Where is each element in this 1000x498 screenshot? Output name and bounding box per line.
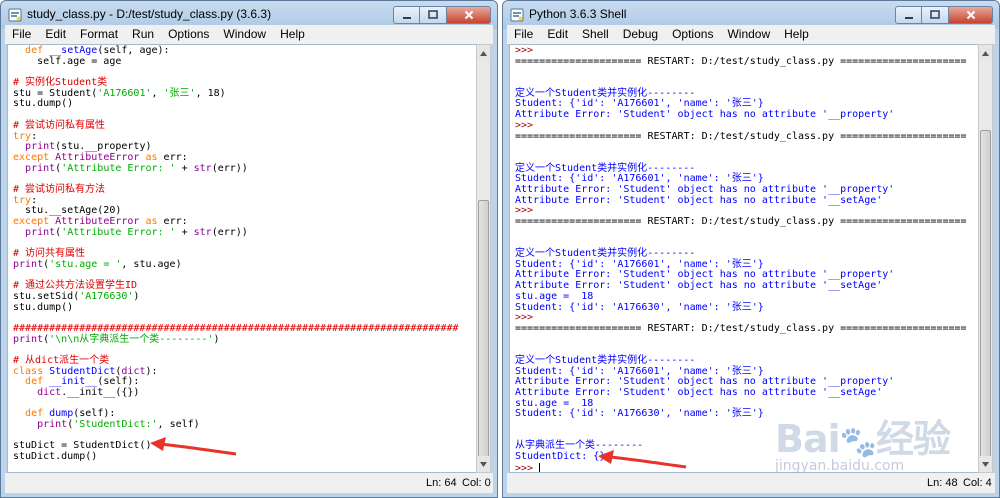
maximize-icon <box>930 10 940 19</box>
editor-menu-run[interactable]: Run <box>125 25 161 44</box>
editor-menu-edit[interactable]: Edit <box>38 25 73 44</box>
shell-line-number: Ln: 48 <box>927 477 958 489</box>
shell-window-controls <box>895 6 993 24</box>
editor-menu-window[interactable]: Window <box>216 25 273 44</box>
maximize-icon <box>428 10 438 19</box>
editor-code-line: dict.__init__({}) <box>37 387 140 398</box>
scroll-up-arrow-icon[interactable] <box>477 45 490 61</box>
minimize-icon <box>904 17 913 19</box>
shell-vertical-scrollbar[interactable] <box>978 44 993 473</box>
editor-title: study_class.py - D:/test/study_class.py … <box>27 7 272 21</box>
shell-output-line <box>515 142 978 153</box>
shell-title: Python 3.6.3 Shell <box>529 7 627 21</box>
shell-output-line <box>515 67 978 78</box>
editor-code-line: stu.dump() <box>13 98 74 110</box>
editor-menubar: File Edit Format Run Options Window Help <box>5 25 493 44</box>
shell-output-line: StudentDict: {} <box>515 451 606 463</box>
shell-output-line <box>515 420 978 431</box>
editor-menu-format[interactable]: Format <box>73 25 125 44</box>
shell-text-area[interactable]: >>> ===================== RESTART: D:/te… <box>509 44 978 473</box>
shell-menu-file[interactable]: File <box>507 25 540 44</box>
editor-code-line: print('Attribute Error: ' + str(err)) <box>25 162 248 174</box>
shell-menu-shell[interactable]: Shell <box>575 25 616 44</box>
editor-code-line: stuDict.dump() <box>13 451 98 463</box>
editor-column-number: Col: 0 <box>462 477 491 489</box>
shell-output-line: Student: {'id': 'A176630', 'name': '张三'} <box>515 301 764 313</box>
editor-close-button[interactable] <box>447 6 491 24</box>
editor-menu-options[interactable]: Options <box>161 25 216 44</box>
shell-menu-help[interactable]: Help <box>777 25 816 44</box>
editor-menu-help[interactable]: Help <box>273 25 312 44</box>
editor-code-line: stu = Student('A176601', '张三', 18) <box>13 87 226 99</box>
editor-code-line: print('\n\n从字典派生一个类--------') <box>13 333 220 345</box>
editor-line-number: Ln: 64 <box>426 477 457 489</box>
shell-output: >>> ===================== RESTART: D:/te… <box>510 45 978 473</box>
editor-maximize-button[interactable] <box>420 6 447 24</box>
close-icon <box>966 10 975 20</box>
editor-code-line: # 尝试访问私有方法 <box>13 183 106 195</box>
text-cursor <box>539 462 541 472</box>
close-icon <box>464 10 473 20</box>
python-shell-icon <box>510 8 524 22</box>
shell-output-line: ===================== RESTART: D:/test/s… <box>515 130 967 142</box>
shell-output-line: ===================== RESTART: D:/test/s… <box>515 216 967 227</box>
editor-code-line: stu.setSid('A176630') <box>13 290 140 302</box>
shell-output-line: >>> <box>515 462 541 473</box>
editor-menu-file[interactable]: File <box>5 25 38 44</box>
shell-close-button[interactable] <box>949 6 993 24</box>
editor-scroll-thumb[interactable] <box>478 200 489 468</box>
shell-menu-edit[interactable]: Edit <box>540 25 575 44</box>
editor-vertical-scrollbar[interactable] <box>476 44 491 473</box>
editor-window: study_class.py - D:/test/study_class.py … <box>0 0 498 498</box>
editor-code: def __setAge(self, age): self.age = age #… <box>8 45 476 463</box>
shell-output-line: Student: {'id': 'A176630', 'name': '张三'} <box>515 408 764 420</box>
shell-maximize-button[interactable] <box>922 6 949 24</box>
editor-code-line: print('StudentDict:', self) <box>37 419 200 431</box>
scroll-down-arrow-icon[interactable] <box>979 456 992 472</box>
editor-code-line: print('Attribute Error: ' + str(err)) <box>25 226 248 238</box>
editor-code-line: # 尝试访问私有属性 <box>13 119 106 131</box>
shell-statusbar: Ln: 48 Col: 4 <box>507 473 995 493</box>
shell-output-line <box>515 335 978 346</box>
editor-code-line: stu.dump() <box>13 301 74 313</box>
python-idle-icon <box>8 8 22 22</box>
minimize-icon <box>402 17 411 19</box>
shell-output-line: ===================== RESTART: D:/test/s… <box>515 322 967 334</box>
shell-column-number: Col: 4 <box>963 477 992 489</box>
shell-menubar: File Edit Shell Debug Options Window Hel… <box>507 25 995 44</box>
shell-output-line: ===================== RESTART: D:/test/s… <box>515 55 967 67</box>
editor-text-area[interactable]: def __setAge(self, age): self.age = age #… <box>7 44 476 473</box>
shell-scroll-thumb[interactable] <box>980 130 991 468</box>
editor-statusbar: Ln: 64 Col: 0 <box>5 473 493 493</box>
shell-output-line <box>515 228 978 239</box>
editor-code-line: print('stu.age = ', stu.age) <box>13 258 182 270</box>
shell-output-line: Attribute Error: 'Student' object has no… <box>515 109 895 121</box>
shell-window: Python 3.6.3 Shell File Edit Shell Debug… <box>502 0 1000 498</box>
scroll-down-arrow-icon[interactable] <box>477 456 490 472</box>
editor-code-line: self.age = age <box>13 55 122 67</box>
editor-minimize-button[interactable] <box>393 6 420 24</box>
shell-menu-debug[interactable]: Debug <box>616 25 665 44</box>
shell-menu-options[interactable]: Options <box>665 25 720 44</box>
editor-window-controls <box>393 6 491 24</box>
shell-output-line: Attribute Error: 'Student' object has no… <box>515 194 883 206</box>
shell-menu-window[interactable]: Window <box>720 25 777 44</box>
shell-minimize-button[interactable] <box>895 6 922 24</box>
scroll-up-arrow-icon[interactable] <box>979 45 992 61</box>
